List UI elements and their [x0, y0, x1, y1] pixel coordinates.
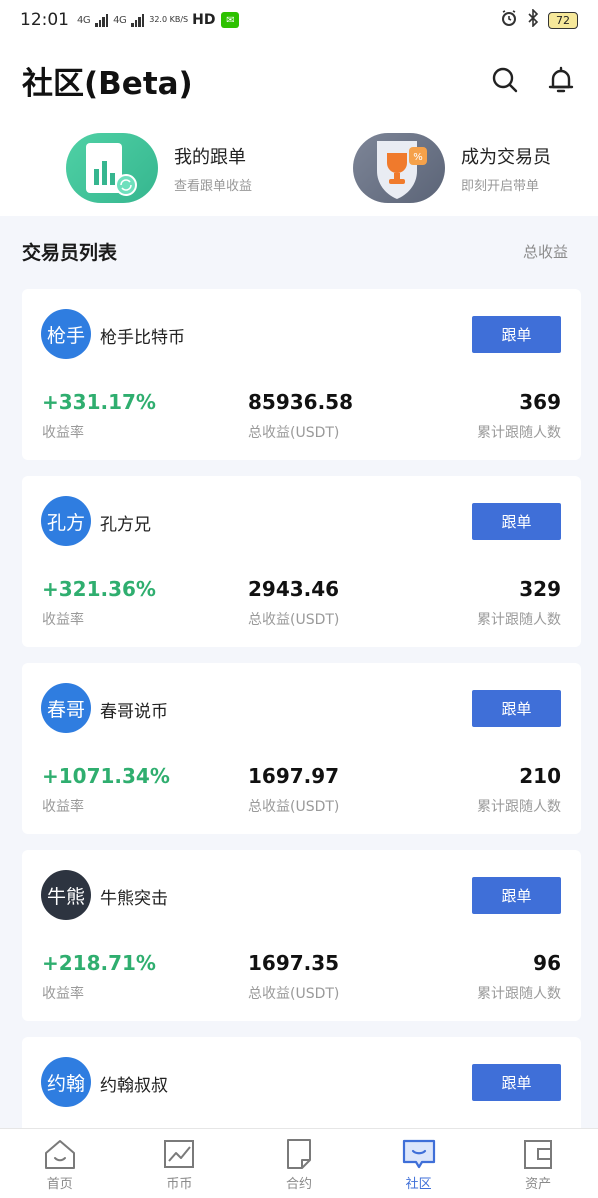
trader-card[interactable]: 春哥 春哥说币 跟单 +1071.34% 收益率 1697.97 总收益(USD… [22, 663, 581, 834]
signal-bars-icon [131, 13, 145, 27]
tab-assets[interactable]: 资产 [478, 1129, 598, 1198]
trader-name: 春哥说币 [100, 702, 168, 722]
total-profit-value: 85936.58 [248, 390, 354, 414]
notification-bell-icon[interactable] [546, 65, 576, 95]
followers-count-label: 累计跟随人数 [477, 612, 561, 628]
follow-button[interactable]: 跟单 [472, 503, 561, 540]
become-trader-title: 成为交易员 [461, 146, 551, 168]
my-copy-trades-subtitle: 查看跟单收益 [174, 178, 253, 194]
trophy-illustration-icon: % [353, 133, 445, 203]
tab-community[interactable]: 社区 [359, 1129, 479, 1198]
total-profit-value: 1697.35 [248, 951, 340, 975]
followers-count-label: 累计跟随人数 [477, 986, 561, 1002]
trader-list-title: 交易员列表 [22, 242, 118, 264]
followers-count-value: 210 [519, 764, 561, 788]
bottom-tab-bar: 首页 币币 合约 社区 资产 [0, 1128, 598, 1198]
hd-indicator: HD [192, 12, 216, 28]
return-rate-value: +218.71% [42, 951, 156, 975]
avatar: 约翰 [41, 1057, 91, 1107]
followers-count-value: 329 [519, 577, 561, 601]
followers-count-label: 累计跟随人数 [477, 425, 561, 441]
follow-button[interactable]: 跟单 [472, 877, 561, 914]
svg-text:%: % [413, 152, 423, 163]
signal-type-1: 4G [77, 14, 91, 26]
status-time: 12:01 [20, 10, 69, 30]
return-rate-value: +1071.34% [42, 764, 170, 788]
return-rate-label: 收益率 [42, 612, 84, 628]
return-rate-value: +331.17% [42, 390, 156, 414]
total-profit-value: 2943.46 [248, 577, 340, 601]
app-header: 社区(Beta) [0, 40, 598, 120]
trader-card[interactable]: 枪手 枪手比特币 跟单 +331.17% 收益率 85936.58 总收益(US… [22, 289, 581, 460]
followers-count-value: 96 [533, 951, 561, 975]
signal-bars-icon [95, 13, 109, 27]
trader-name: 牛熊突击 [100, 889, 168, 909]
follow-button[interactable]: 跟单 [472, 316, 561, 353]
tab-label: 资产 [525, 1177, 552, 1192]
bluetooth-icon [526, 8, 540, 31]
trader-card[interactable]: 孔方 孔方兄 跟单 +321.36% 收益率 2943.46 总收益(USDT)… [22, 476, 581, 647]
wallet-icon [524, 1140, 553, 1169]
tab-spot[interactable]: 币币 [120, 1129, 240, 1198]
avatar: 春哥 [41, 683, 91, 733]
my-copy-trades-entry[interactable]: 我的跟单 查看跟单收益 [0, 120, 311, 216]
follow-button[interactable]: 跟单 [472, 1064, 561, 1101]
return-rate-label: 收益率 [42, 986, 84, 1002]
trader-card[interactable]: 牛熊 牛熊突击 跟单 +218.71% 收益率 1697.35 总收益(USDT… [22, 850, 581, 1021]
tab-contract[interactable]: 合约 [239, 1129, 359, 1198]
tab-home[interactable]: 首页 [0, 1129, 120, 1198]
follow-button[interactable]: 跟单 [472, 690, 561, 727]
total-profit-label: 总收益(USDT) [248, 425, 340, 441]
community-icon [402, 1139, 435, 1169]
followers-count-label: 累计跟随人数 [477, 799, 561, 815]
total-profit-label: 总收益(USDT) [248, 986, 340, 1002]
become-trader-entry[interactable]: % 成为交易员 即刻开启带单 [311, 120, 598, 216]
followers-count-value: 369 [519, 390, 561, 414]
sort-by-total-profit[interactable]: 总收益 [523, 241, 568, 262]
avatar: 牛熊 [41, 870, 91, 920]
tab-label: 首页 [46, 1177, 73, 1192]
return-rate-label: 收益率 [42, 799, 84, 815]
tab-label: 合约 [285, 1177, 312, 1192]
trader-name: 孔方兄 [100, 515, 151, 535]
alarm-icon [500, 9, 518, 31]
quick-entries: 我的跟单 查看跟单收益 % 成为交易员 即刻开启带单 [0, 120, 598, 216]
tab-label: 社区 [405, 1177, 432, 1192]
trader-name: 枪手比特币 [100, 328, 185, 348]
return-rate-value: +321.36% [42, 577, 156, 601]
status-bar: 12:01 4G 4G 32.0 KB/S HD ✉ 72 [0, 0, 598, 40]
trader-list-header: 交易员列表 总收益 [22, 238, 568, 265]
trader-name: 约翰叔叔 [100, 1076, 168, 1096]
tab-label: 币币 [166, 1177, 193, 1192]
avatar: 孔方 [41, 496, 91, 546]
chart-icon [164, 1140, 195, 1168]
battery-icon: 72 [548, 11, 578, 29]
page-title: 社区(Beta) [22, 65, 193, 102]
search-icon[interactable] [490, 65, 520, 95]
total-profit-label: 总收益(USDT) [248, 799, 340, 815]
my-copy-trades-title: 我的跟单 [174, 146, 246, 168]
network-speed: 32.0 KB/S [149, 15, 189, 24]
copy-trade-illustration-icon [66, 133, 158, 203]
avatar: 枪手 [41, 309, 91, 359]
return-rate-label: 收益率 [42, 425, 84, 441]
total-profit-value: 1697.97 [248, 764, 340, 788]
contract-icon [286, 1139, 311, 1169]
become-trader-subtitle: 即刻开启带单 [461, 178, 540, 194]
signal-type-2: 4G [113, 14, 127, 26]
total-profit-label: 总收益(USDT) [248, 612, 340, 628]
home-icon [44, 1140, 75, 1169]
trader-list: 枪手 枪手比特币 跟单 +331.17% 收益率 85936.58 总收益(US… [22, 289, 581, 1198]
wechat-icon: ✉ [221, 12, 240, 28]
